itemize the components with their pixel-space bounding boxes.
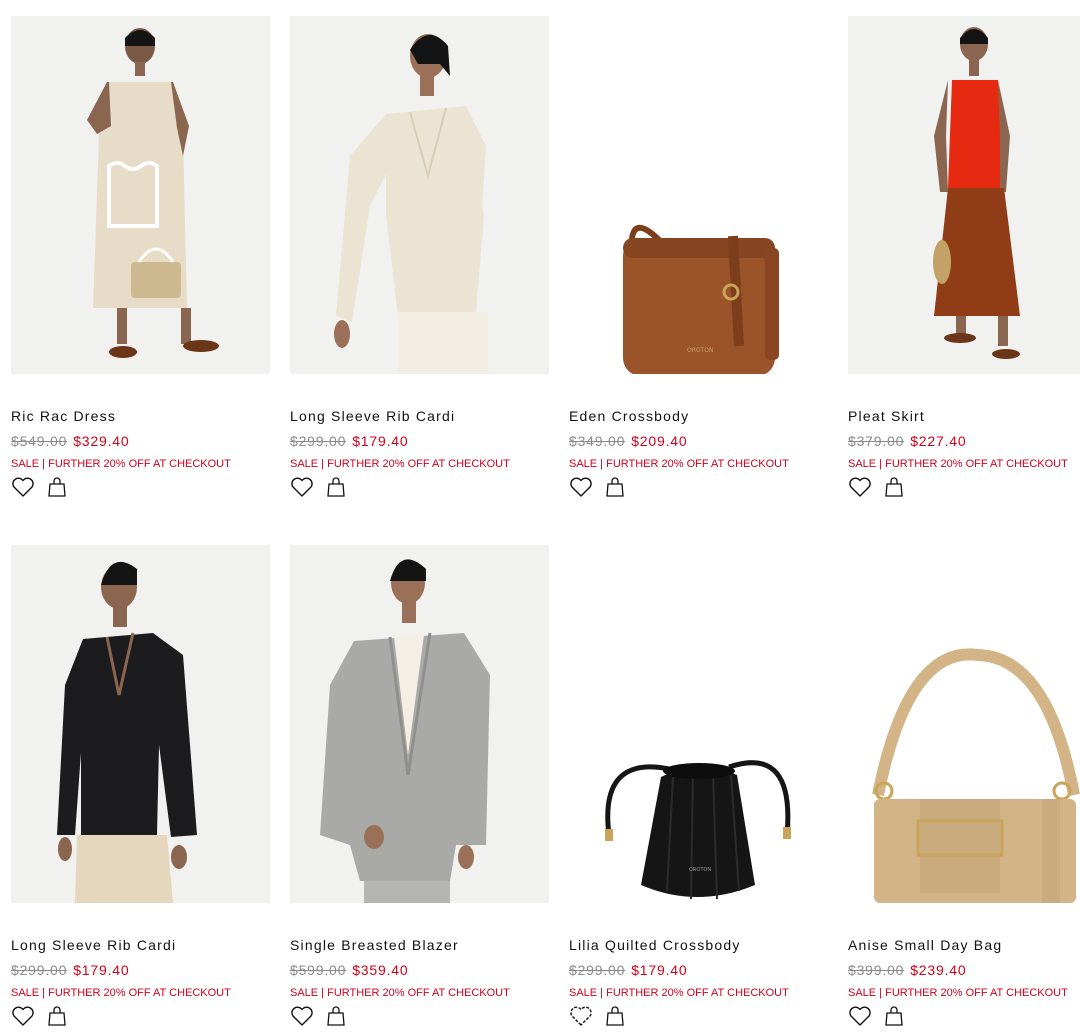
product-price: $399.00 $239.40: [848, 962, 966, 978]
product-card[interactable]: OROTON Lilia Quilted Crossbody $299.00 $1…: [569, 545, 828, 1026]
shopping-bag-icon[interactable]: [603, 476, 627, 498]
shopping-bag-icon[interactable]: [882, 1005, 906, 1027]
heart-icon[interactable]: [11, 1005, 35, 1027]
original-price: $349.00: [569, 433, 626, 449]
product-actions: [848, 475, 906, 499]
product-card[interactable]: Single Breasted Blazer $599.00 $359.40 SA…: [290, 545, 549, 1026]
heart-icon[interactable]: [569, 476, 593, 498]
product-actions: [290, 475, 348, 499]
product-name[interactable]: Eden Crossbody: [569, 408, 689, 424]
product-actions: [569, 1004, 627, 1028]
sale-price: $329.40: [73, 433, 130, 449]
product-name[interactable]: Long Sleeve Rib Cardi: [11, 937, 176, 953]
product-price: $599.00 $359.40: [290, 962, 408, 978]
shopping-bag-icon[interactable]: [45, 476, 69, 498]
product-actions: [569, 475, 627, 499]
sale-price: $179.40: [352, 433, 409, 449]
product-image[interactable]: OROTON: [569, 545, 828, 903]
product-price: $379.00 $227.40: [848, 433, 966, 449]
product-price: $299.00 $179.40: [290, 433, 408, 449]
product-image[interactable]: [848, 545, 1080, 903]
heart-icon[interactable]: [11, 476, 35, 498]
product-price: $549.00 $329.40: [11, 433, 129, 449]
heart-icon[interactable]: [848, 1005, 872, 1027]
original-price: $549.00: [11, 433, 68, 449]
heart-icon[interactable]: [569, 1005, 593, 1027]
product-price: $299.00 $179.40: [11, 962, 129, 978]
heart-icon[interactable]: [848, 476, 872, 498]
svg-text:OROTON: OROTON: [687, 347, 714, 354]
product-image[interactable]: OROTON: [569, 16, 828, 374]
sale-price: $179.40: [73, 962, 130, 978]
svg-text:OROTON: OROTON: [689, 867, 711, 873]
promo-text: SALE | FURTHER 20% OFF AT CHECKOUT: [569, 458, 789, 470]
product-name[interactable]: Ric Rac Dress: [11, 408, 116, 424]
promo-text: SALE | FURTHER 20% OFF AT CHECKOUT: [848, 987, 1068, 999]
product-actions: [290, 1004, 348, 1028]
promo-text: SALE | FURTHER 20% OFF AT CHECKOUT: [290, 458, 510, 470]
product-name[interactable]: Single Breasted Blazer: [290, 937, 459, 953]
product-image[interactable]: [848, 16, 1080, 374]
shopping-bag-icon[interactable]: [324, 1005, 348, 1027]
product-name[interactable]: Anise Small Day Bag: [848, 937, 1002, 953]
product-actions: [848, 1004, 906, 1028]
shopping-bag-icon[interactable]: [882, 476, 906, 498]
product-price: $299.00 $179.40: [569, 962, 687, 978]
product-actions: [11, 475, 69, 499]
original-price: $399.00: [848, 962, 905, 978]
product-card[interactable]: Long Sleeve Rib Cardi $299.00 $179.40 SAL…: [11, 545, 270, 1026]
promo-text: SALE | FURTHER 20% OFF AT CHECKOUT: [569, 987, 789, 999]
shopping-bag-icon[interactable]: [45, 1005, 69, 1027]
product-name[interactable]: Long Sleeve Rib Cardi: [290, 408, 455, 424]
sale-price: $359.40: [352, 962, 409, 978]
promo-text: SALE | FURTHER 20% OFF AT CHECKOUT: [290, 987, 510, 999]
original-price: $299.00: [11, 962, 68, 978]
product-image[interactable]: [290, 545, 549, 903]
promo-text: SALE | FURTHER 20% OFF AT CHECKOUT: [848, 458, 1068, 470]
product-card[interactable]: OROTON Eden Crossbody $349.00 $209.40 SAL…: [569, 16, 828, 497]
product-card[interactable]: Anise Small Day Bag $399.00 $239.40 SALE …: [848, 545, 1080, 1026]
sale-price: $227.40: [910, 433, 967, 449]
shopping-bag-icon[interactable]: [324, 476, 348, 498]
product-card[interactable]: Pleat Skirt $379.00 $227.40 SALE | FURTHE…: [848, 16, 1080, 497]
original-price: $599.00: [290, 962, 347, 978]
product-image[interactable]: [11, 545, 270, 903]
sale-price: $239.40: [910, 962, 967, 978]
shopping-bag-icon[interactable]: [603, 1005, 627, 1027]
product-card[interactable]: Long Sleeve Rib Cardi $299.00 $179.40 SAL…: [290, 16, 549, 497]
product-image[interactable]: [290, 16, 549, 374]
product-name[interactable]: Lilia Quilted Crossbody: [569, 937, 741, 953]
product-image[interactable]: [11, 16, 270, 374]
product-card[interactable]: Ric Rac Dress $549.00 $329.40 SALE | FURT…: [11, 16, 270, 497]
product-grid: Ric Rac Dress $549.00 $329.40 SALE | FURT…: [0, 0, 1080, 1027]
heart-icon[interactable]: [290, 476, 314, 498]
promo-text: SALE | FURTHER 20% OFF AT CHECKOUT: [11, 458, 231, 470]
product-actions: [11, 1004, 69, 1028]
original-price: $299.00: [569, 962, 626, 978]
original-price: $299.00: [290, 433, 347, 449]
sale-price: $179.40: [631, 962, 688, 978]
product-price: $349.00 $209.40: [569, 433, 687, 449]
heart-icon[interactable]: [290, 1005, 314, 1027]
product-name[interactable]: Pleat Skirt: [848, 408, 925, 424]
sale-price: $209.40: [631, 433, 688, 449]
original-price: $379.00: [848, 433, 905, 449]
promo-text: SALE | FURTHER 20% OFF AT CHECKOUT: [11, 987, 231, 999]
